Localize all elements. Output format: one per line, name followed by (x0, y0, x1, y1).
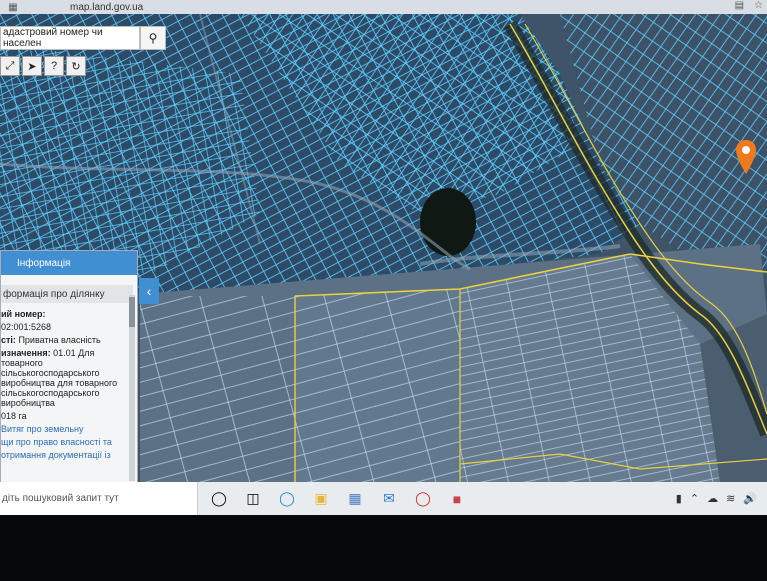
favorites-icon[interactable]: ☆ (754, 0, 763, 11)
parcel-row: сті: Приватна власність (1, 335, 101, 345)
file-explorer-icon[interactable]: ▣ (308, 486, 334, 512)
battery-icon[interactable]: ▮ (676, 492, 682, 505)
address-bar[interactable]: map.land.gov.ua (70, 2, 143, 13)
cortana-icon[interactable]: ◯ (206, 486, 232, 512)
help-icon[interactable]: ? (44, 56, 64, 76)
system-tray: ▮ ⌃ ☁ ≋ 🔊 (676, 482, 757, 515)
info-panel-title: Інформація (1, 251, 137, 275)
app-icon[interactable]: ■ (444, 486, 470, 512)
scrollbar-thumb[interactable] (129, 297, 135, 327)
reader-icon[interactable]: ▤ (735, 0, 744, 11)
chevron-up-icon[interactable]: ⌃ (690, 492, 699, 505)
ownership-link[interactable]: щи про право власності та (1, 437, 127, 447)
volume-icon[interactable]: 🔊 (743, 492, 757, 505)
taskbar-search-input[interactable]: діть пошуковий запит тут (0, 482, 198, 515)
parcel-row: ий номер: (1, 309, 46, 319)
expand-icon[interactable]: ⤢ (0, 56, 20, 76)
browser-toolbar: ▦ map.land.gov.ua ▤ ☆ (0, 0, 767, 14)
documentation-link[interactable]: отримання документації із (1, 450, 127, 460)
task-view-icon[interactable]: ◫ (240, 486, 266, 512)
parcel-info-body: ий номер: 02:001:5268 сті: Приватна влас… (1, 309, 137, 460)
parcel-row: изначення: 01.01 Для товарного сільськог… (1, 348, 118, 408)
extract-link[interactable]: Витяг про земельну (1, 424, 127, 434)
map-pin-icon[interactable] (736, 140, 756, 174)
store-icon[interactable]: ▦ (342, 486, 368, 512)
mail-icon[interactable]: ✉ (376, 486, 402, 512)
search-icon: ⚲ (148, 31, 158, 45)
search-input[interactable]: адастровий номер чи населен (0, 26, 140, 50)
search-button[interactable]: ⚲ (140, 26, 166, 50)
parcel-row: 018 га (1, 411, 27, 421)
info-scrollbar[interactable] (129, 295, 135, 481)
wifi-icon[interactable]: ≋ (726, 492, 735, 505)
windows-taskbar: діть пошуковий запит тут ◯ ◫ ◯ ▣ ▦ ✉ ◯ ■… (0, 482, 767, 515)
collapse-panel-button[interactable]: ‹ (139, 278, 159, 304)
opera-icon[interactable]: ◯ (410, 486, 436, 512)
route-icon[interactable]: ↻ (66, 56, 86, 76)
cloud-icon[interactable]: ☁ (707, 492, 718, 505)
monitor-bezel (0, 515, 767, 581)
monitor-screen: ▦ map.land.gov.ua ▤ ☆ адастровий номер ч… (0, 0, 767, 515)
info-panel: Інформація формація про ділянку ий номер… (0, 250, 138, 485)
parcel-row: 02:001:5268 (1, 322, 52, 332)
pointer-icon[interactable]: ➤ (22, 56, 42, 76)
parcel-info-heading[interactable]: формація про ділянку (1, 285, 133, 303)
browser-extensions: ▤ ☆ (735, 0, 763, 11)
map-toolbar: ⤢ ➤ ? ↻ (0, 56, 88, 78)
chevron-left-icon: ‹ (146, 283, 152, 299)
grid-icon[interactable]: ▦ (6, 2, 20, 13)
edge-icon[interactable]: ◯ (274, 486, 300, 512)
